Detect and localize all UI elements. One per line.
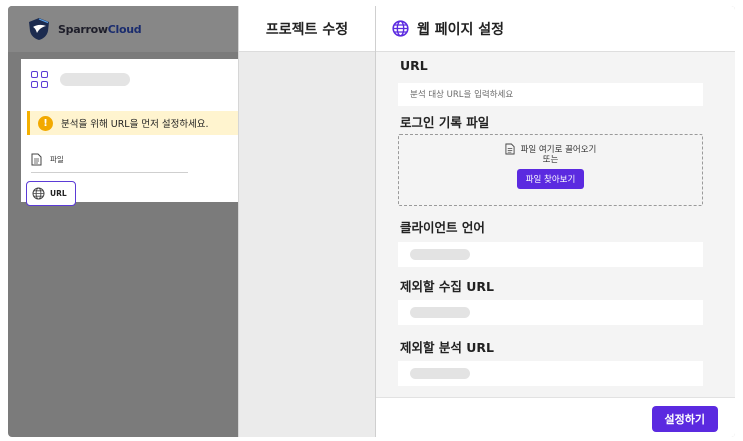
globe-icon <box>32 187 45 200</box>
panel-title: 프로젝트 수정 <box>239 6 375 52</box>
loading-placeholder <box>410 249 470 260</box>
warning-banner: ! 분석을 위해 URL을 먼저 설정하세요. <box>27 111 238 135</box>
sidebar-item-label: URL <box>50 189 67 198</box>
sidebar-header <box>31 71 130 88</box>
url-label: URL <box>400 58 428 73</box>
sidebar-item-label: 파일 <box>50 155 64 164</box>
project-name-placeholder <box>60 73 130 86</box>
browse-file-button[interactable]: 파일 찾아보기 <box>516 169 585 189</box>
url-input[interactable] <box>398 83 703 106</box>
exclude-collect-url-field[interactable] <box>398 300 703 325</box>
web-settings-panel: 웹 페이지 설정 URL 로그인 기록 파일 파일 여기로 끌어오기 또는 파일… <box>375 6 735 437</box>
globe-icon <box>392 20 409 37</box>
loading-placeholder <box>410 368 470 379</box>
warning-icon: ! <box>38 115 53 131</box>
exclude-analyze-url-label: 제외할 분석 URL <box>400 340 494 355</box>
file-dropzone[interactable]: 파일 여기로 끌어오기 또는 파일 찾아보기 <box>398 134 703 206</box>
sidebar: ! 분석을 위해 URL을 먼저 설정하세요. 파일 URL <box>21 59 238 206</box>
dropzone-text: 파일 여기로 끌어오기 <box>520 145 597 155</box>
exclude-collect-url-label: 제외할 수집 URL <box>400 279 494 294</box>
dropzone-text-row: 파일 여기로 끌어오기 <box>505 143 597 155</box>
project-edit-panel: 프로젝트 수정 <box>238 6 375 437</box>
client-language-label: 클라이언트 언어 <box>400 220 485 235</box>
settings-title: 웹 페이지 설정 <box>417 21 505 38</box>
sparrow-logo-icon <box>29 18 49 40</box>
login-file-label: 로그인 기록 파일 <box>400 115 490 130</box>
settings-header: 웹 페이지 설정 <box>376 6 735 52</box>
settings-footer: 설정하기 <box>376 397 735 437</box>
sidebar-item-file[interactable]: 파일 <box>31 153 64 166</box>
document-icon <box>505 143 515 155</box>
app-window: SparrowCloud ! 분석을 위해 URL을 먼저 설정하세요. 파일 <box>8 6 735 437</box>
apply-settings-button[interactable]: 설정하기 <box>651 406 718 432</box>
loading-placeholder <box>410 307 470 318</box>
client-language-select[interactable] <box>398 242 703 267</box>
divider <box>31 172 188 173</box>
warning-text: 분석을 위해 URL을 먼저 설정하세요. <box>61 119 209 130</box>
sidebar-item-url[interactable]: URL <box>26 181 76 206</box>
document-icon <box>31 153 42 166</box>
brand-bar: SparrowCloud <box>8 6 238 52</box>
grid-menu-icon[interactable] <box>31 71 48 88</box>
brand-name-secondary: Cloud <box>107 22 142 36</box>
brand-name: SparrowCloud <box>58 22 142 36</box>
dropzone-or-text: 또는 <box>542 155 559 165</box>
exclude-analyze-url-field[interactable] <box>398 361 703 386</box>
